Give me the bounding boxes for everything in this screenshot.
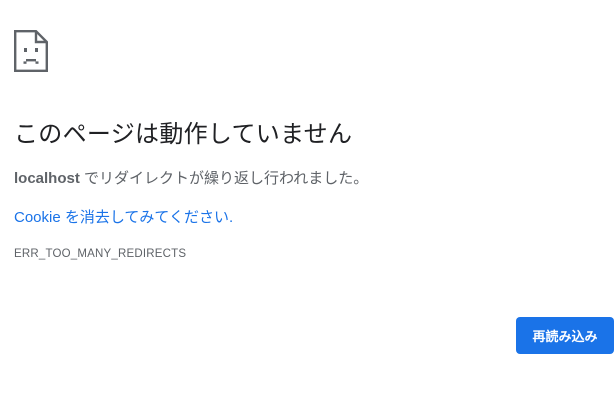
cookie-suggestion: Cookie を消去してみてください. bbox=[14, 206, 233, 227]
host-name: localhost bbox=[14, 170, 80, 187]
sad-page-icon bbox=[14, 30, 48, 72]
clear-cookies-link[interactable]: Cookie を消去してみてください bbox=[14, 209, 229, 226]
error-message: localhost でリダイレクトが繰り返し行われました。 bbox=[14, 167, 368, 188]
cookie-suggestion-suffix: . bbox=[228, 209, 234, 226]
page-title: このページは動作していません bbox=[14, 121, 353, 148]
error-page: このページは動作していません localhost でリダイレクトが繰り返し行われ… bbox=[0, 0, 616, 405]
reload-button[interactable]: 再読み込み bbox=[516, 317, 614, 354]
error-code: ERR_TOO_MANY_REDIRECTS bbox=[14, 248, 187, 260]
error-message-text: でリダイレクトが繰り返し行われました。 bbox=[79, 170, 369, 187]
